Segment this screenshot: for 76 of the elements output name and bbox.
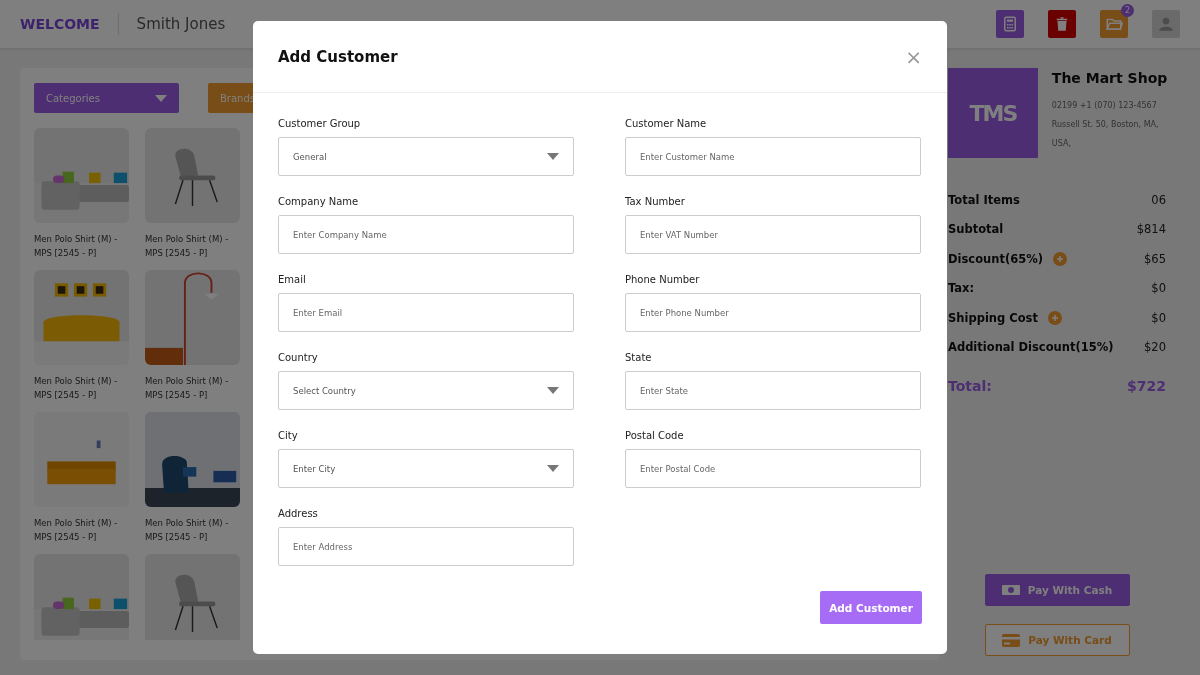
product-name: Men Polo Shirt (M) - MPS [2545 - P] [34,375,119,402]
product-name: Men Polo Shirt (M) - MPS [2545 - P] [34,517,119,544]
photo-placeholder[interactable] [145,270,240,365]
summary-label: Total Items [948,192,1020,207]
select-field[interactable]: Enter City [278,449,574,488]
shop-address: Russell St. 50, Boston, MA, USA, [1051,119,1160,150]
summary-label: Discount(65%) [948,251,1043,266]
welcome-label: WELCOME [20,16,100,32]
field-label: City [278,430,299,441]
summary-label: Subtotal [948,222,1004,237]
photo-placeholder[interactable] [145,554,240,640]
close-button[interactable]: × [905,44,922,69]
field-label: Country [278,352,319,363]
summary-value: 06 [1151,192,1166,207]
input-field[interactable]: Enter Company Name [278,215,574,254]
user-button[interactable] [1152,10,1180,38]
count-badge: 2 [1121,4,1134,17]
input-field[interactable]: Enter Email [278,293,574,332]
summary-value: $0 [1151,281,1166,296]
summary-value: $0 [1151,310,1166,325]
user-name: Smith Jones [136,15,226,33]
field-label: Postal Code [625,430,685,441]
cash-icon [1001,584,1020,596]
product-name: Men Polo Shirt (M) - MPS [2545 - P] [145,375,230,402]
field-label: State [625,352,653,363]
product-name: Men Polo Shirt (M) - MPS [2545 - P] [145,233,230,260]
credit-card-icon [1002,633,1021,647]
input-field[interactable]: Enter Postal Code [625,449,921,488]
shop-logo: TMS [948,68,1038,158]
add-icon[interactable] [1047,310,1062,325]
summary-value: $814 [1136,222,1166,237]
input-field[interactable]: Enter Customer Name [625,137,921,176]
total-label: Total: [948,378,992,394]
field-label: Tax Number [625,196,686,207]
summary-value: $65 [1144,251,1166,266]
photo-placeholder[interactable] [34,412,129,507]
field-label: Address [278,508,319,519]
field-label: Customer Group [278,118,362,129]
shop-name: The Mart Shop [1051,70,1169,86]
dialog-title: Add Customer [278,47,398,66]
user-icon [1159,17,1173,31]
caret-icon [155,94,167,102]
product-name: Men Polo Shirt (M) - MPS [2545 - P] [145,517,230,544]
trash-icon [1056,17,1068,31]
add-customer-button[interactable]: Add Customer [820,591,922,624]
photo-placeholder[interactable] [145,412,240,507]
select-field[interactable]: General [278,137,574,176]
folder-icon [1106,18,1123,30]
summary-label: Shipping Cost [948,310,1038,325]
field-label: Email [278,274,307,285]
summary-value: $20 [1144,340,1166,355]
pay-cash-button[interactable]: Pay With Cash [984,574,1130,606]
input-field[interactable]: Enter Phone Number [625,293,921,332]
add-icon[interactable] [1052,251,1067,266]
shop-phone: 02199 +1 (070) 123-4567 [1051,100,1158,112]
input-field[interactable]: Enter VAT Number [625,215,921,254]
field-label: Company Name [278,196,360,207]
field-label: Phone Number [625,274,701,285]
product-name: Men Polo Shirt (M) - MPS [2545 - P] [34,233,119,260]
filter-dropdown[interactable]: Categories [34,83,179,113]
trash-button[interactable] [1048,10,1076,38]
pay-card-button[interactable]: Pay With Card [984,624,1130,656]
select-field[interactable]: Select Country [278,371,574,410]
total-value: $722 [1127,378,1166,394]
photo-placeholder[interactable] [145,128,240,223]
field-label: Customer Name [625,118,708,129]
caret-icon [547,153,559,160]
input-field[interactable]: Enter Address [278,527,574,566]
calculator-button[interactable] [996,10,1024,38]
input-field[interactable]: Enter State [625,371,921,410]
summary-label: Tax: [948,281,975,296]
photo-placeholder[interactable] [34,270,129,365]
calculator-icon [1004,16,1016,32]
caret-icon [547,387,559,394]
summary-label: Additional Discount(15%) [948,340,1114,355]
caret-icon [547,465,559,472]
